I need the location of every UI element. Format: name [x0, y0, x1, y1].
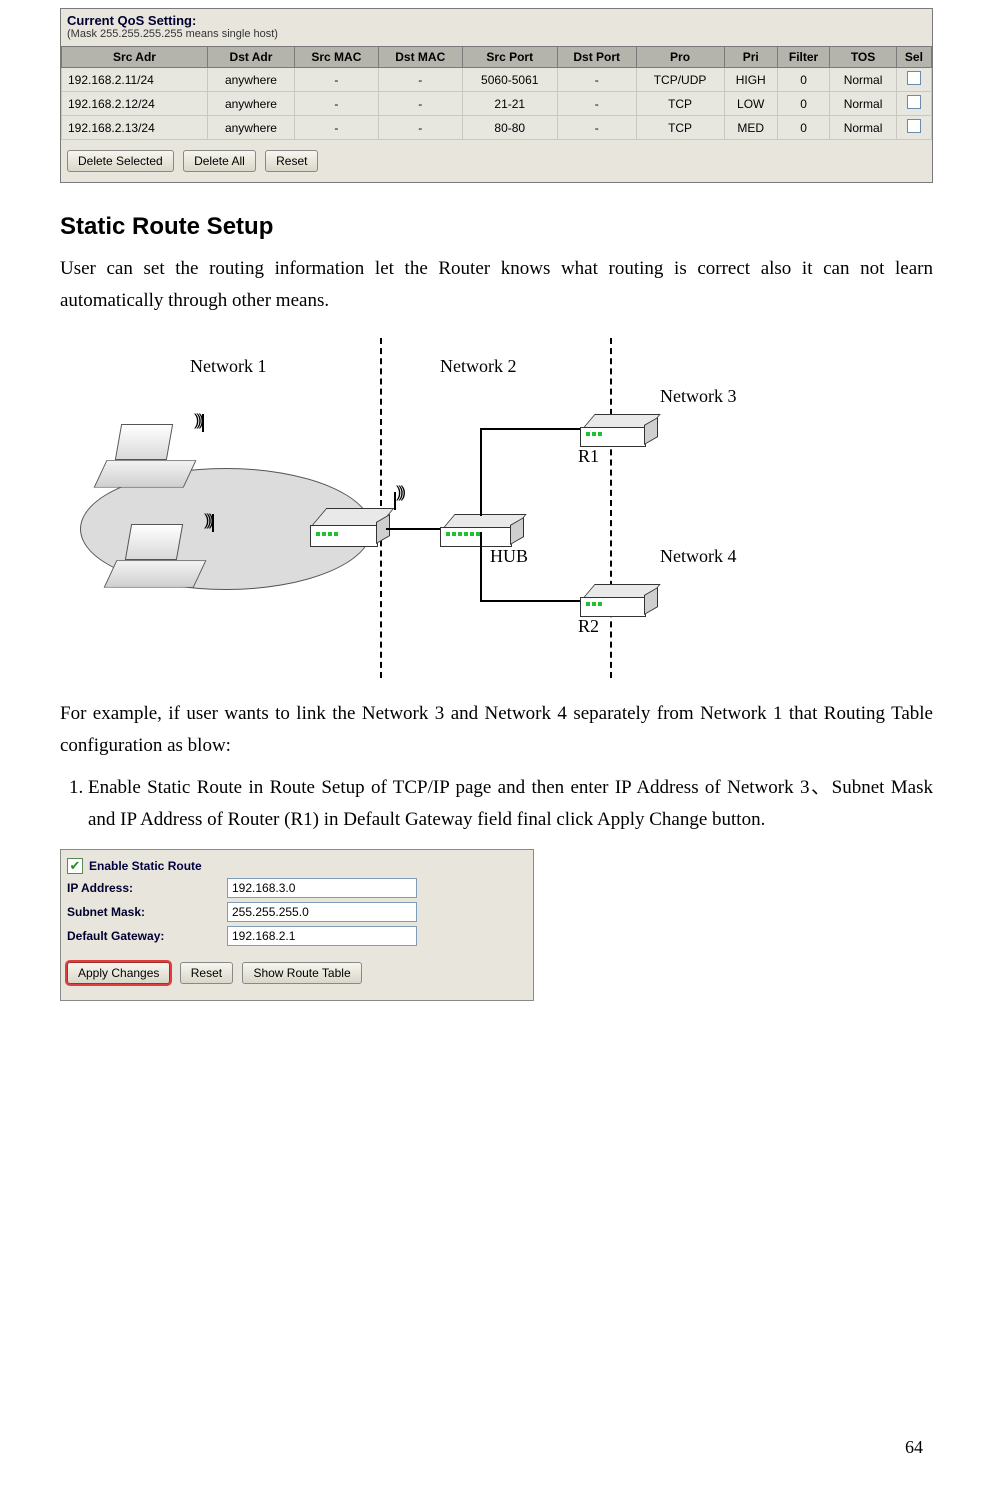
- check-icon: ✔: [70, 859, 81, 872]
- col-src-adr: Src Adr: [62, 47, 208, 68]
- qos-table: Src Adr Dst Adr Src MAC Dst MAC Src Port…: [61, 46, 932, 140]
- table-row: 192.168.2.12/24 anywhere - - 21-21 - TCP…: [62, 92, 932, 116]
- step-item: Enable Static Route in Route Setup of TC…: [88, 772, 933, 837]
- qos-subtitle: (Mask 255.255.255.255 means single host): [61, 28, 932, 46]
- wire-icon: [480, 428, 482, 516]
- col-pri: Pri: [724, 47, 777, 68]
- ip-address-label: IP Address:: [67, 881, 227, 895]
- col-pro: Pro: [636, 47, 724, 68]
- apply-changes-button[interactable]: Apply Changes: [67, 962, 170, 984]
- ip-address-input[interactable]: [227, 878, 417, 898]
- delete-selected-button[interactable]: Delete Selected: [67, 150, 174, 172]
- example-paragraph: For example, if user wants to link the N…: [60, 698, 933, 763]
- label-network-4: Network 4: [660, 546, 736, 567]
- row-select-checkbox[interactable]: [907, 95, 921, 109]
- show-route-table-button[interactable]: Show Route Table: [242, 962, 361, 984]
- qos-title: Current QoS Setting:: [61, 9, 932, 28]
- label-network-3: Network 3: [660, 386, 736, 407]
- section-title: Static Route Setup: [60, 213, 933, 241]
- col-sel: Sel: [896, 47, 931, 68]
- divider-line: [610, 338, 612, 678]
- col-filter: Filter: [777, 47, 829, 68]
- table-row: 192.168.2.13/24 anywhere - - 80-80 - TCP…: [62, 116, 932, 140]
- col-src-mac: Src MAC: [294, 47, 378, 68]
- default-gateway-input[interactable]: [227, 926, 417, 946]
- col-dst-port: Dst Port: [557, 47, 636, 68]
- col-tos: TOS: [830, 47, 897, 68]
- subnet-mask-label: Subnet Mask:: [67, 905, 227, 919]
- subnet-mask-input[interactable]: [227, 902, 417, 922]
- qos-panel: Current QoS Setting: (Mask 255.255.255.2…: [60, 8, 933, 183]
- static-route-form: ✔ Enable Static Route IP Address: Subnet…: [60, 849, 534, 1001]
- label-network-1: Network 1: [190, 356, 266, 377]
- wire-icon: [386, 528, 440, 530]
- row-select-checkbox[interactable]: [907, 119, 921, 133]
- col-dst-mac: Dst MAC: [378, 47, 462, 68]
- delete-all-button[interactable]: Delete All: [183, 150, 256, 172]
- laptop-icon: ))): [110, 538, 200, 598]
- wire-icon: [480, 600, 580, 602]
- label-network-2: Network 2: [440, 356, 516, 377]
- enable-label: Enable Static Route: [89, 859, 202, 873]
- reset-button[interactable]: Reset: [265, 150, 318, 172]
- laptop-icon: ))): [100, 438, 190, 498]
- network-diagram: Network 1 Network 2 Network 3 Network 4 …: [80, 328, 840, 688]
- reset-form-button[interactable]: Reset: [180, 962, 233, 984]
- label-r1: R1: [578, 446, 599, 467]
- page-number: 64: [905, 1437, 923, 1458]
- step-list: Enable Static Route in Route Setup of TC…: [60, 772, 933, 837]
- col-src-port: Src Port: [462, 47, 557, 68]
- table-row: 192.168.2.11/24 anywhere - - 5060-5061 -…: [62, 68, 932, 92]
- enable-static-route-checkbox[interactable]: ✔: [67, 858, 83, 874]
- label-hub: HUB: [490, 546, 528, 567]
- col-dst-adr: Dst Adr: [208, 47, 295, 68]
- default-gateway-label: Default Gateway:: [67, 929, 227, 943]
- wire-icon: [480, 428, 580, 430]
- wire-icon: [480, 532, 482, 600]
- row-select-checkbox[interactable]: [907, 71, 921, 85]
- intro-paragraph: User can set the routing information let…: [60, 253, 933, 318]
- label-r2: R2: [578, 616, 599, 637]
